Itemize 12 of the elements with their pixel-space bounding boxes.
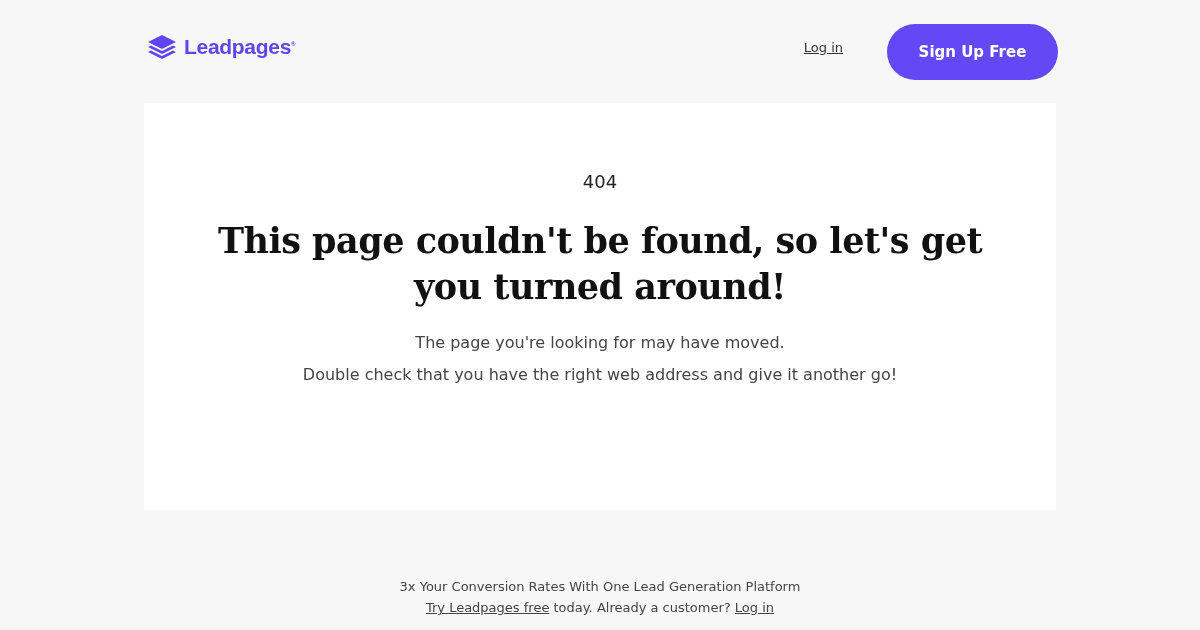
logo-wordmark[interactable]: Leadpages$^{®}$ (184, 34, 296, 59)
error-heading: This page couldn't be found, so let's get you turned around! (216, 219, 984, 309)
footer-link[interactable]: Log in (734, 600, 775, 615)
error-code: 404 (582, 171, 618, 192)
layers-icon (146, 34, 178, 59)
signup-button[interactable]: Sign Up Free (887, 23, 1058, 80)
footer-tagline: 3x Your Conversion Rates With One Lead Generation Platform (399, 579, 801, 595)
error-message: The page you're looking for may have moved. (415, 332, 785, 353)
error-message: Double check that you have the right web address and give it another go! (302, 364, 898, 385)
login-link[interactable]: Log in (803, 40, 843, 55)
footer-link[interactable]: Try Leadpages free (425, 600, 550, 615)
footer-sentence: Try Leadpages free today. Already a customer? Log in (425, 600, 775, 616)
